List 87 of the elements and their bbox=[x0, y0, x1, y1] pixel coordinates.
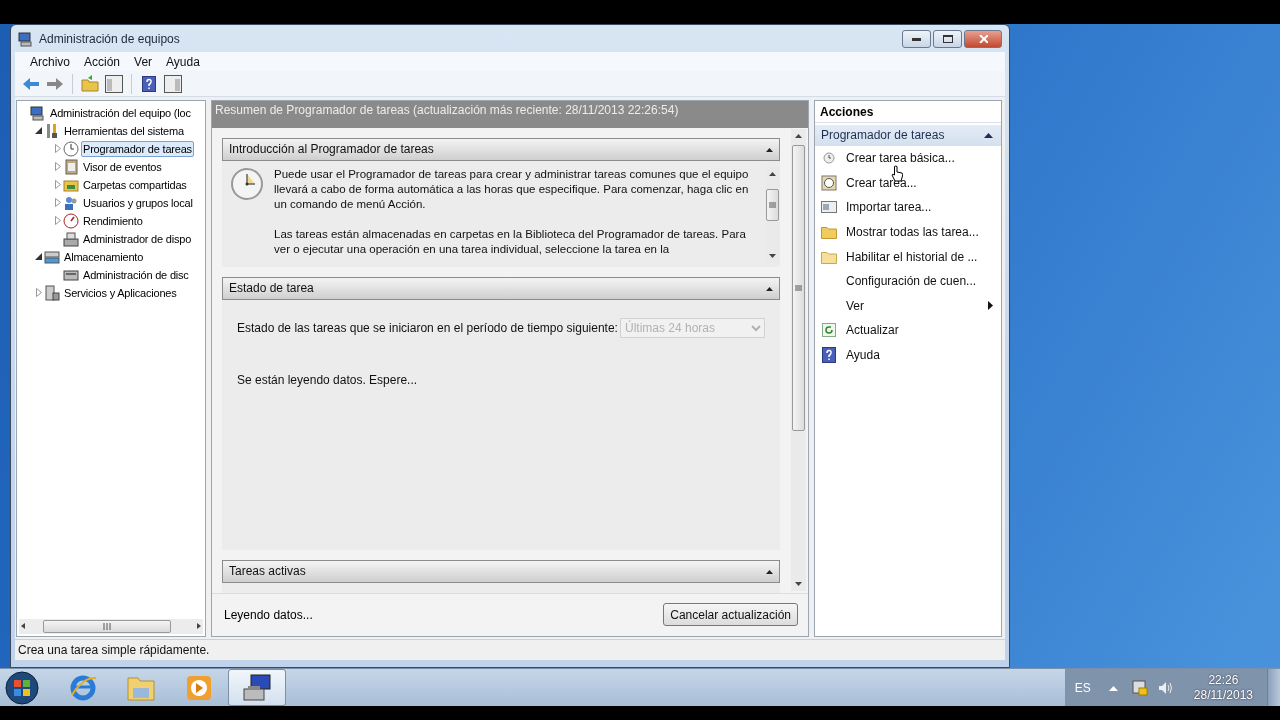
collapse-arrow-icon[interactable] bbox=[766, 285, 773, 291]
section-header[interactable]: Estado de tarea bbox=[222, 276, 780, 300]
maximize-icon bbox=[942, 35, 953, 43]
pane-toggle-icon[interactable] bbox=[163, 73, 183, 94]
tree-item[interactable]: Rendimiento bbox=[81, 212, 145, 229]
action-item[interactable]: Ver bbox=[846, 297, 988, 314]
intro-text: Puede usar el Programador de tareas para crear y administrar tareas comunes que el equipo llevará a cabo de forma automática a las horas que especifique. Para comenzar, haga clic en un comando de menú Acción. Las tareas están almacenadas en carpetas en la Biblioteca del Programador de tareas. Para ver o ejecutar una operación en una tarea individual, seleccione la tarea en la bbox=[274, 166, 750, 257]
network-icon[interactable] bbox=[1131, 679, 1148, 696]
scroll-up-icon bbox=[769, 170, 776, 177]
action-item[interactable]: Configuración de cuen... bbox=[846, 273, 993, 290]
tree-item[interactable]: Usuarios y grupos local bbox=[81, 194, 195, 211]
window-title: Administración de equipos bbox=[39, 31, 181, 46]
help-icon[interactable] bbox=[139, 73, 159, 94]
menu-item[interactable]: Ver bbox=[127, 54, 160, 69]
services-icon bbox=[44, 284, 60, 301]
scroll-down-icon bbox=[769, 252, 776, 259]
clock-icon bbox=[63, 140, 79, 157]
tree-item[interactable]: Herramientas del sistema bbox=[62, 122, 186, 139]
actions-section-header[interactable]: Programador de tareas bbox=[815, 124, 1001, 146]
minimize-icon bbox=[912, 37, 921, 41]
action-item[interactable]: Importar tarea... bbox=[846, 199, 993, 216]
scroll-right-icon bbox=[195, 622, 203, 631]
tree-item[interactable]: Programador de tareas bbox=[81, 140, 194, 157]
tree-item[interactable]: Servicios y Aplicaciones bbox=[62, 284, 179, 301]
menu-item[interactable]: Acción bbox=[77, 54, 128, 69]
show-desktop-button[interactable] bbox=[1267, 669, 1280, 706]
collapse-arrow-icon[interactable] bbox=[766, 146, 773, 152]
tree-item[interactable]: Administración del equipo (loc bbox=[48, 104, 193, 121]
horizontal-scrollbar[interactable] bbox=[19, 618, 203, 634]
collapse-arrow-icon[interactable] bbox=[766, 568, 773, 574]
action-item[interactable]: Actualizar bbox=[846, 322, 993, 339]
computer-management-icon[interactable] bbox=[242, 672, 272, 703]
refresh-icon bbox=[822, 323, 836, 338]
actions-title: Acciones bbox=[815, 100, 1001, 123]
event-log-icon bbox=[63, 158, 79, 175]
tree-item[interactable]: Almacenamiento bbox=[62, 248, 146, 265]
tree-item[interactable]: Administración de disc bbox=[81, 266, 191, 283]
close-icon bbox=[978, 35, 988, 43]
scroll-up-icon bbox=[795, 132, 802, 139]
maximize-button[interactable] bbox=[933, 30, 962, 48]
grip-icon bbox=[769, 201, 776, 208]
gauge-icon bbox=[63, 212, 79, 229]
action-item[interactable]: Mostrar todas las tarea... bbox=[846, 223, 993, 240]
calendar-clock-icon bbox=[821, 174, 837, 191]
scroll-down-icon bbox=[795, 580, 802, 587]
section-header[interactable]: Tareas activas bbox=[222, 559, 780, 583]
action-item[interactable]: Habilitar el historial de ... bbox=[846, 248, 993, 265]
vertical-scrollbar[interactable] bbox=[791, 128, 806, 591]
clock-icon bbox=[823, 152, 835, 165]
users-icon bbox=[63, 194, 79, 211]
tree-item[interactable]: Visor de eventos bbox=[81, 158, 164, 175]
tray-arrow-icon[interactable] bbox=[1108, 684, 1118, 691]
action-item[interactable]: Crear tarea básica... bbox=[846, 150, 993, 167]
start-icon[interactable] bbox=[5, 670, 39, 705]
pane-header: Resumen de Programador de tareas (actualización más reciente: 28/11/2013 22:26:54) bbox=[212, 100, 808, 128]
scroll-left-icon bbox=[19, 622, 27, 631]
status-bar: Crea una tarea simple rápidamente. bbox=[15, 638, 1005, 660]
loading-status: Leyendo datos... bbox=[224, 607, 313, 622]
taskbar-button[interactable] bbox=[228, 669, 286, 706]
menu-item[interactable]: Archivo bbox=[23, 54, 77, 69]
menu-item[interactable]: Ayuda bbox=[159, 54, 207, 69]
period-label: Estado de las tareas que se iniciaron en el período de tiempo siguiente: bbox=[237, 320, 618, 335]
play-icon[interactable] bbox=[186, 674, 212, 701]
cancel-button[interactable]: Cancelar actualización bbox=[663, 603, 798, 627]
tools-icon bbox=[44, 122, 60, 139]
import-icon bbox=[821, 200, 837, 215]
action-item[interactable]: Crear tarea... bbox=[846, 174, 993, 191]
folder-icon bbox=[821, 224, 837, 239]
tree-item[interactable]: Administrador de dispo bbox=[81, 230, 194, 247]
computer-icon bbox=[30, 104, 46, 121]
grip-icon bbox=[103, 622, 111, 630]
folder-icon bbox=[821, 249, 837, 264]
action-item[interactable]: Ayuda bbox=[846, 346, 993, 363]
clock-icon bbox=[230, 166, 264, 201]
storage-icon bbox=[44, 248, 60, 265]
section-header[interactable]: Introducción al Programador de tareas bbox=[222, 137, 780, 161]
computer-icon bbox=[18, 30, 34, 47]
collapse-arrow-icon[interactable] bbox=[984, 132, 993, 138]
submenu-arrow-icon bbox=[988, 301, 993, 311]
device-icon bbox=[63, 230, 79, 247]
pane-toggle-icon[interactable] bbox=[104, 73, 124, 94]
close-button[interactable] bbox=[964, 30, 1002, 48]
help-icon bbox=[822, 346, 836, 363]
grip-icon bbox=[795, 284, 802, 291]
minimize-button[interactable] bbox=[902, 30, 931, 48]
loading-message: Se están leyendo datos. Espere... bbox=[237, 372, 419, 387]
tree-item[interactable]: Carpetas compartidas bbox=[81, 176, 189, 193]
